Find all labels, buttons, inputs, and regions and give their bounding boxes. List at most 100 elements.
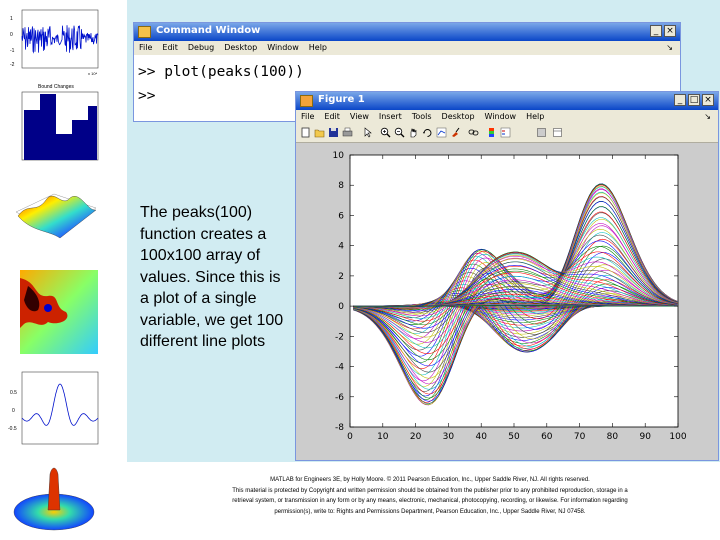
y-tick-label: 6: [338, 211, 344, 221]
window-icon: [138, 26, 151, 38]
figure-window[interactable]: Figure 1 _ □ × File Edit View Insert Tools De…: [295, 91, 719, 461]
tick-label: -2: [10, 62, 15, 68]
print-icon[interactable]: [342, 127, 353, 138]
menu-help[interactable]: Help: [309, 43, 327, 52]
x-tick-label: 70: [574, 432, 586, 442]
x-tick-label: 100: [669, 432, 686, 442]
x-tick-label: 30: [443, 432, 455, 442]
footer-line: permission(s), write to: Rights and Perm…: [274, 508, 586, 515]
minimize-icon[interactable]: _: [650, 25, 662, 37]
menu-window[interactable]: Window: [485, 112, 517, 121]
bar: [24, 110, 40, 160]
link-icon[interactable]: [468, 127, 479, 138]
figure-window-title: Figure 1: [318, 94, 365, 105]
tick-label: 1: [10, 16, 13, 22]
menu-window[interactable]: Window: [267, 43, 299, 52]
tick-label: 0: [12, 408, 15, 414]
footer-line: retrieval system, or transmission in any…: [232, 498, 628, 504]
tick-label: -0.5: [8, 426, 17, 432]
command-prompt: >>: [138, 88, 156, 104]
menu-tools[interactable]: Tools: [412, 112, 432, 121]
y-tick-label: 8: [338, 181, 344, 191]
save-icon[interactable]: [328, 127, 339, 138]
show-tools-icon[interactable]: [552, 127, 563, 138]
menu-insert[interactable]: Insert: [379, 112, 402, 121]
plot-axes: [349, 154, 679, 428]
zoom-in-icon[interactable]: [380, 127, 391, 138]
bar: [72, 120, 88, 160]
figure-icon: [300, 95, 313, 107]
menu-debug[interactable]: Debug: [188, 43, 214, 52]
x-tick-label: 40: [475, 432, 487, 442]
close-icon[interactable]: ×: [664, 25, 676, 37]
thumbnail-title: Bound Changes: [38, 84, 74, 90]
thumbnail-surface-plot: [15, 193, 97, 239]
bar: [56, 134, 72, 160]
x-tick-label: 90: [639, 432, 651, 442]
figure-toolbar: [296, 124, 718, 143]
description-text: The peaks(100) function creates a 100x10…: [140, 202, 290, 353]
thumbnail-3d-peak: [13, 467, 95, 531]
menu-help[interactable]: Help: [526, 112, 544, 121]
command-window-menubar: File Edit Debug Desktop Window Help ↘: [134, 41, 680, 55]
command-window-title: Command Window: [156, 25, 261, 36]
footer-line: This material is protected by Copyright …: [232, 487, 628, 494]
menu-file[interactable]: File: [139, 43, 152, 52]
peaks-line-plot: 0 10 20 30 40 50 60 70 80 90 100 -8 -6 -4 -2 0 2 4 6 8 10: [333, 151, 687, 442]
thumbnail-fractal-image: [20, 270, 98, 354]
y-tick-label: 2: [338, 272, 344, 282]
hide-tools-icon[interactable]: [536, 127, 547, 138]
figure-window-titlebar[interactable]: Figure 1 _ □ ×: [296, 92, 718, 110]
minimize-icon[interactable]: _: [674, 94, 686, 106]
new-icon[interactable]: [300, 127, 311, 138]
brush-icon[interactable]: [450, 127, 461, 138]
menu-edit[interactable]: Edit: [324, 112, 340, 121]
bar: [88, 106, 97, 160]
thumbnail-line-plot: 0.5 0 -0.5: [8, 371, 99, 445]
open-icon[interactable]: [314, 127, 325, 138]
copyright-footer: MATLAB for Engineers 3E, by Holly Moore.…: [180, 475, 680, 517]
y-tick-label: -2: [335, 332, 344, 342]
footer-line: MATLAB for Engineers 3E, by Holly Moore.…: [270, 477, 590, 483]
figure-canvas[interactable]: 0 10 20 30 40 50 60 70 80 90 100 -8 -6 -4 -2 0 2 4 6 8 10: [296, 143, 718, 460]
menu-file[interactable]: File: [301, 112, 314, 121]
colorbar-icon[interactable]: [486, 127, 497, 138]
menu-desktop[interactable]: Desktop: [224, 43, 257, 52]
figure-window-menubar: File Edit View Insert Tools Desktop Window Help…: [296, 110, 718, 124]
menu-view[interactable]: View: [350, 112, 369, 121]
command-window-titlebar[interactable]: Command Window _ ×: [134, 23, 680, 41]
data-cursor-icon[interactable]: [436, 127, 447, 138]
legend-icon[interactable]: [500, 127, 511, 138]
menu-desktop[interactable]: Desktop: [442, 112, 475, 121]
undock-arrow-icon[interactable]: ↘: [704, 112, 711, 121]
y-tick-label: -8: [335, 423, 344, 433]
x-tick-label: 10: [377, 432, 389, 442]
x-tick-label: 50: [508, 432, 520, 442]
tick-label: -1: [10, 48, 15, 54]
x-tick-label: 60: [541, 432, 553, 442]
zoom-out-icon[interactable]: [394, 127, 405, 138]
close-icon[interactable]: ×: [702, 94, 714, 106]
y-tick-label: 4: [338, 242, 344, 252]
fractal-region: [44, 304, 52, 312]
undock-arrow-icon[interactable]: ↘: [666, 43, 673, 52]
pan-icon[interactable]: [408, 127, 419, 138]
thumbnail-bar-chart: Bound Changes: [21, 84, 99, 161]
x-tick-label: 0: [347, 432, 353, 442]
tick-label: 0.5: [10, 390, 17, 396]
tick-label: x 10⁴: [88, 71, 98, 76]
rotate-icon[interactable]: [422, 127, 433, 138]
tick-label: 0: [10, 32, 13, 38]
description-paragraph: The peaks(100) function creates a 100x10…: [140, 204, 284, 350]
menu-edit[interactable]: Edit: [162, 43, 178, 52]
y-tick-label: -6: [335, 393, 344, 403]
y-tick-label: 0: [338, 302, 344, 312]
arrow-icon[interactable]: [362, 127, 373, 138]
bar: [40, 94, 56, 160]
thumbnail-strip: 1 0 -1 -2 x 10⁴ Bound Changes 0.5 0 -0.5: [0, 0, 112, 540]
x-tick-label: 80: [607, 432, 619, 442]
maximize-icon[interactable]: □: [688, 94, 700, 106]
peak: [47, 467, 61, 511]
surface: [17, 195, 97, 239]
y-tick-label: -4: [335, 363, 344, 373]
